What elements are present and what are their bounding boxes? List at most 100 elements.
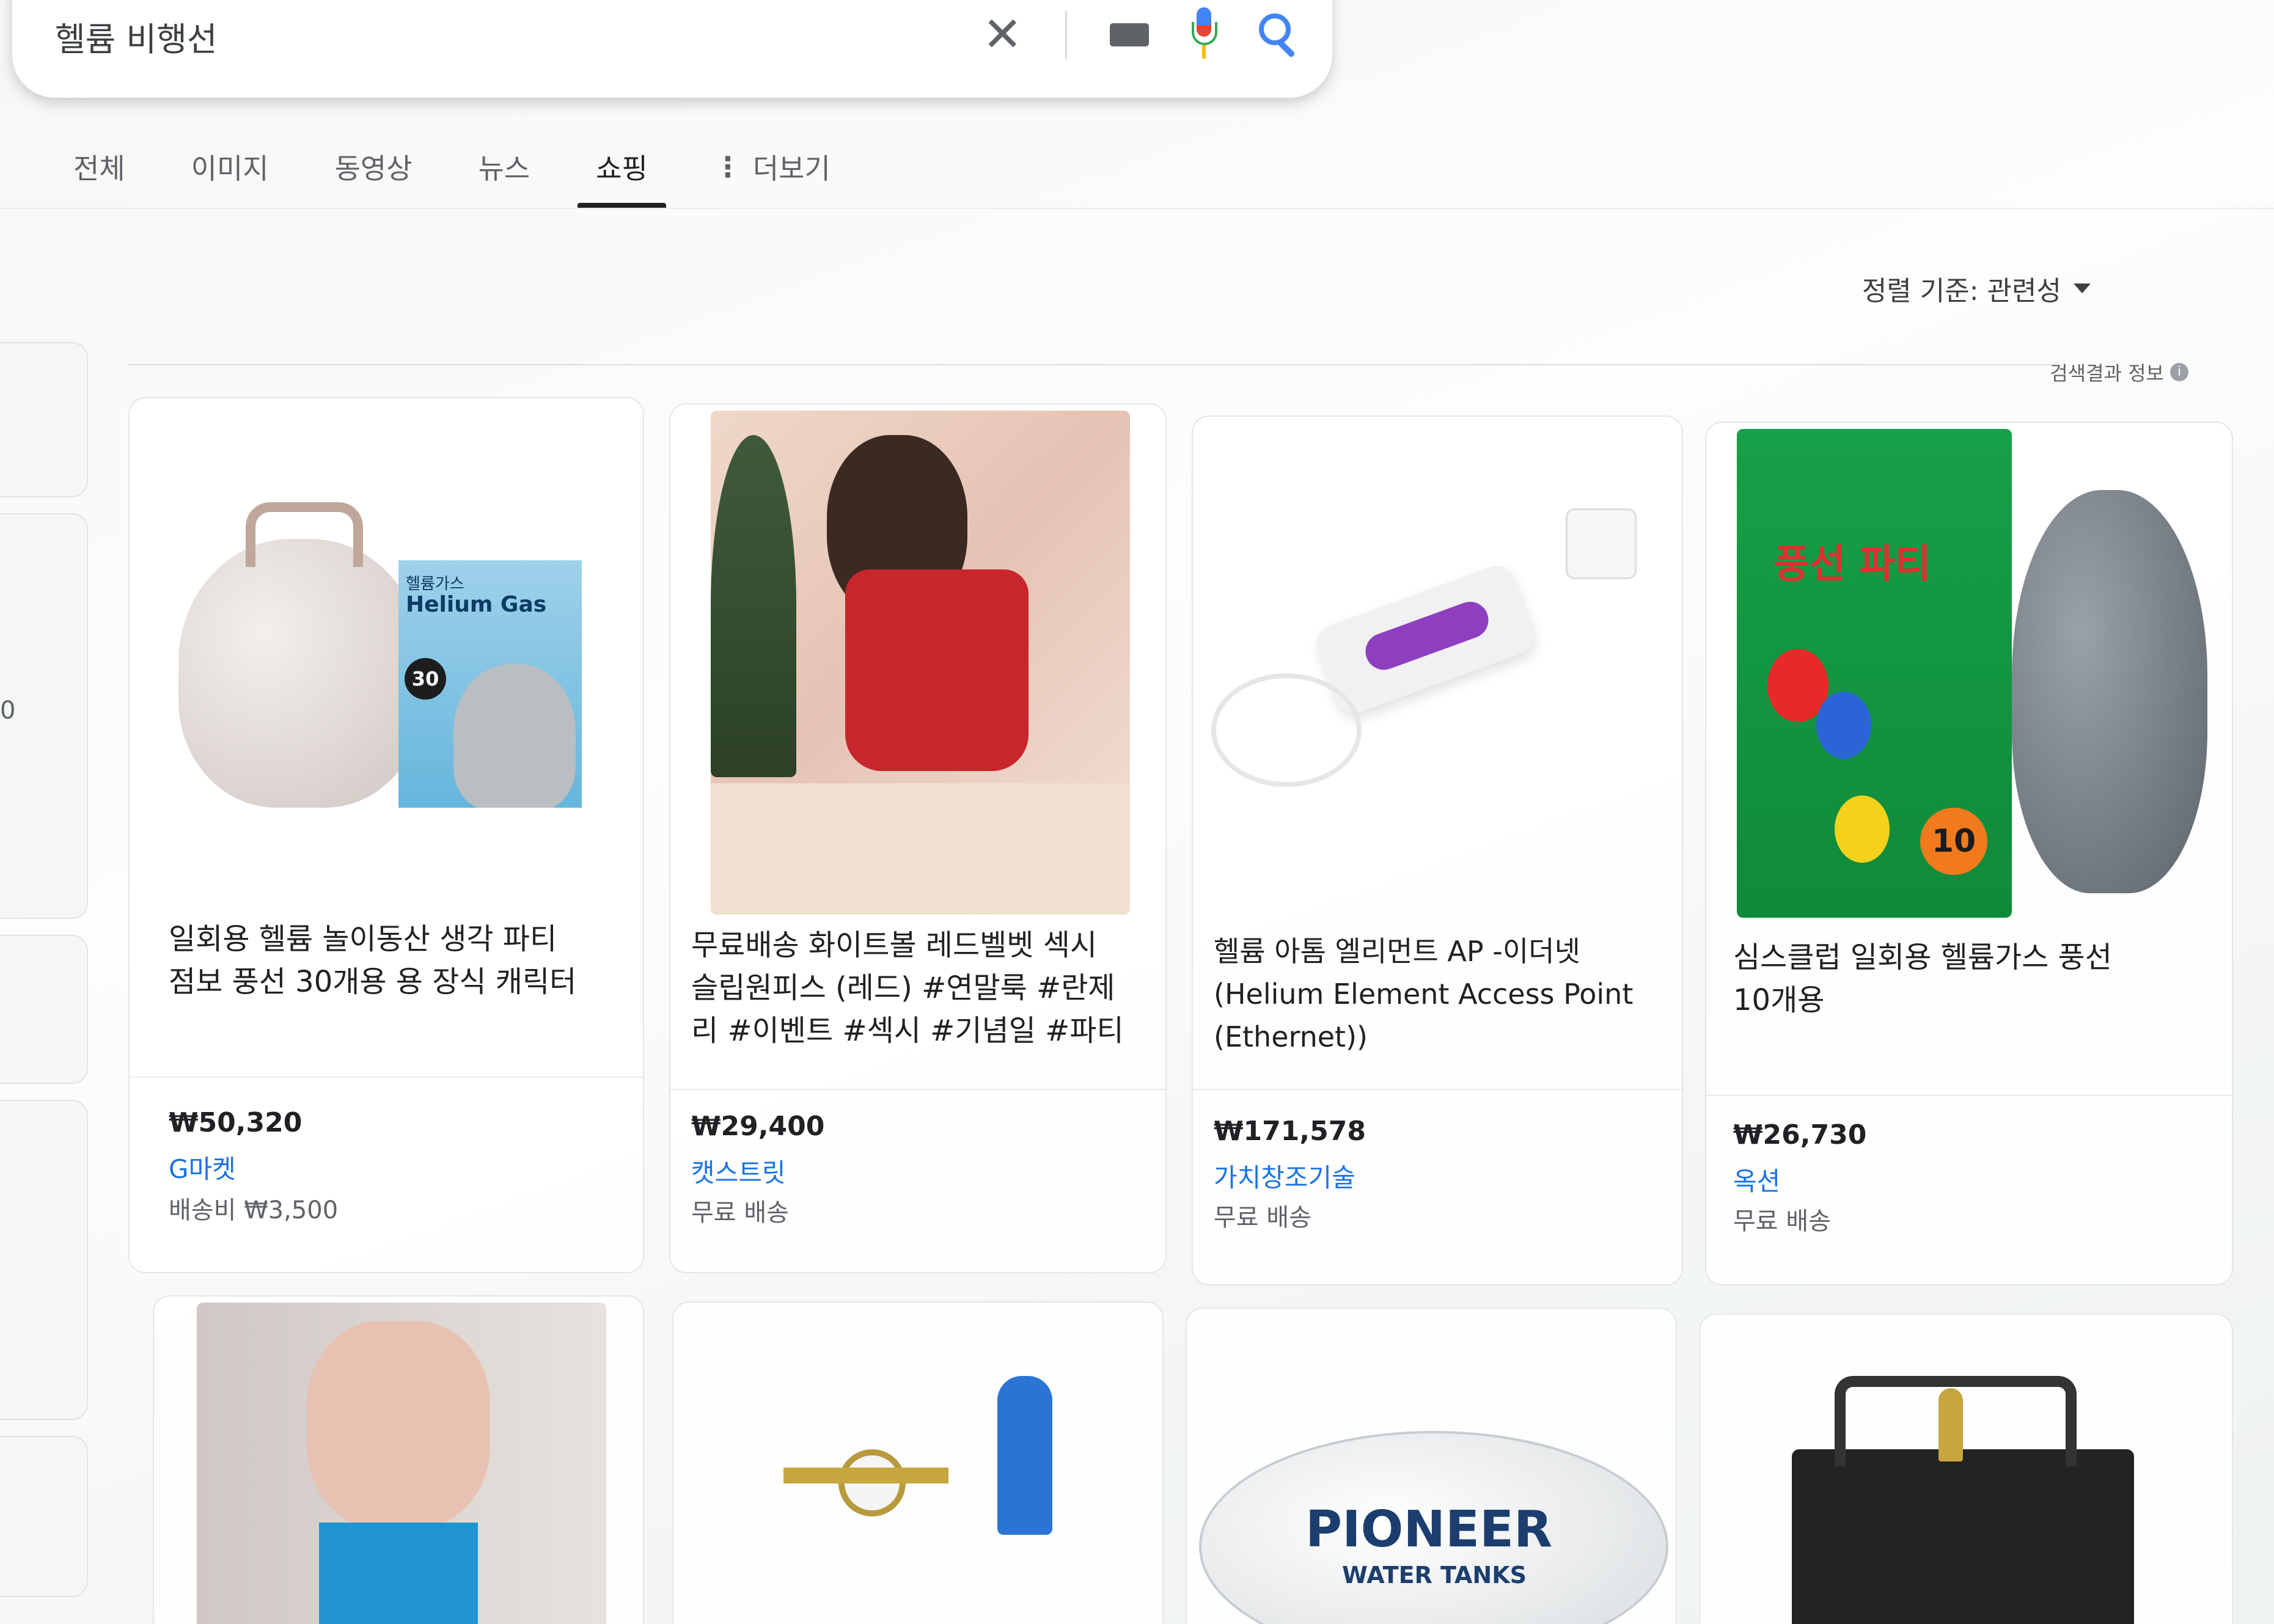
product-image[interactable] <box>771 1315 1113 1624</box>
product-price: ₩50,320 <box>169 1107 303 1138</box>
product-image[interactable] <box>1205 490 1670 832</box>
product-title-line: (Ethernet)) <box>1214 1020 1368 1053</box>
helium-tank-shape <box>178 539 423 808</box>
product-card[interactable]: 무료배송 화이트볼 레드벨벳 섹시 슬립원피스 (레드) #연말룩 #란제 리 … <box>669 403 1167 1273</box>
box-badge: 10 <box>1920 808 1987 875</box>
search-tabs: 전체 이미지 동영상 뉴스 쇼핑 ⋮ 더보기 <box>73 147 831 208</box>
balloon-box-shape: 풍선 파티 10 <box>1737 429 2012 918</box>
filter-fragment-text: 0 <box>0 697 16 725</box>
power-adapter-shape <box>1566 508 1637 579</box>
product-price: ₩29,400 <box>691 1111 825 1142</box>
product-seller-link[interactable]: G마켓 <box>169 1149 236 1186</box>
product-shipping: 무료 배송 <box>691 1199 789 1227</box>
search-bar[interactable]: 헬륨 비행선 ✕ <box>12 0 1332 98</box>
microphone-icon[interactable] <box>1192 7 1217 62</box>
product-title[interactable]: 무료배송 화이트볼 레드벨벳 섹시 슬립원피스 (레드) #연말룩 #란제 리 … <box>691 924 1156 1052</box>
shopping-results-page: 헬륨 비행선 ✕ 전체 이미지 동영상 뉴스 쇼핑 ⋮ 더보기 정렬 기준: 관… <box>0 0 2274 1624</box>
filter-card[interactable] <box>0 1436 88 1597</box>
product-card[interactable]: 헬륨가스 Helium Gas 30 일회용 헬륨 놀이동산 생각 파티 점보 … <box>128 397 644 1273</box>
search-bar-divider <box>1065 10 1067 59</box>
product-title-line: (Helium Element Access Point <box>1214 978 1634 1011</box>
tab-more[interactable]: ⋮ 더보기 <box>714 147 831 208</box>
figure-shape <box>307 1321 490 1529</box>
tab-shopping[interactable]: 쇼핑 <box>578 147 666 208</box>
product-shipping: 무료 배송 <box>1733 1207 1831 1235</box>
product-title[interactable]: 일회용 헬륨 놀이동산 생각 파티 점보 풍선 30개용 용 장식 캐릭터 <box>169 918 621 1003</box>
product-card[interactable]: PIONEER WATER TANKS <box>1186 1308 1677 1624</box>
tab-images[interactable]: 이미지 <box>191 147 269 208</box>
product-card[interactable]: 풍선 파티 10 심스클럽 일회용 헬륨가스 풍선 10개용 ₩26,730 옥… <box>1705 422 2233 1286</box>
valve-pipe-shape <box>783 1468 948 1483</box>
product-title-line: 무료배송 화이트볼 레드벨벳 섹시 <box>691 928 1098 962</box>
blimp-shape: PIONEER WATER TANKS <box>1199 1431 1668 1624</box>
product-title-line: 심스클럽 일회용 헬륨가스 풍선 <box>1733 940 2112 975</box>
product-box-shape: 헬륨가스 Helium Gas 30 <box>398 560 582 808</box>
product-seller-link[interactable]: 가치창조기술 <box>1214 1157 1355 1194</box>
about-results-link[interactable]: 검색결과 정보 i <box>2050 358 2188 386</box>
box-tank-shape <box>453 664 576 808</box>
product-title-line: 리 #이벤트 #섹시 #기념일 #파티 <box>691 1014 1124 1048</box>
product-card[interactable]: 헬륨 아톰 엘리먼트 AP -이더넷 (Helium Element Acces… <box>1192 415 1683 1286</box>
product-price: ₩26,730 <box>1733 1119 1867 1150</box>
device-light-shape <box>1360 596 1494 675</box>
card-divider <box>1706 1095 2232 1096</box>
product-image[interactable]: 헬륨가스 Helium Gas 30 <box>166 490 606 808</box>
about-label: 검색결과 정보 <box>2050 362 2164 385</box>
balloon-shape <box>1835 796 1890 863</box>
product-title-line: 일회용 헬륨 놀이동산 생각 파티 <box>169 922 557 956</box>
product-shipping: 배송비 ₩3,500 <box>169 1196 339 1224</box>
product-image[interactable]: PIONEER WATER TANKS <box>1187 1309 1676 1624</box>
tab-more-label: 더보기 <box>752 152 831 185</box>
box-badge: 30 <box>405 658 446 700</box>
card-divider <box>1193 1089 1682 1090</box>
product-seller-link[interactable]: 캣스트릿 <box>691 1152 786 1190</box>
product-image[interactable] <box>1773 1352 2140 1624</box>
product-title-line: 점보 풍선 30개용 용 장식 캐릭터 <box>169 965 577 999</box>
search-bar-actions: ✕ <box>983 7 1296 62</box>
search-icon[interactable] <box>1259 13 1296 58</box>
product-card[interactable] <box>153 1295 644 1624</box>
product-title[interactable]: 헬륨 아톰 엘리먼트 AP -이더넷 (Helium Element Acces… <box>1214 930 1666 1058</box>
box-top-text: 헬륨가스 <box>406 575 464 593</box>
product-price: ₩171,578 <box>1214 1116 1366 1147</box>
nozzle-shape <box>1938 1388 1963 1461</box>
clear-icon[interactable]: ✕ <box>983 11 1022 59</box>
box-title-text: 풍선 파티 <box>1773 542 1931 587</box>
sort-dropdown[interactable]: 정렬 기준: 관련성 <box>1862 269 2091 308</box>
blimp-brand-text: PIONEER <box>1305 1501 1553 1559</box>
tab-videos[interactable]: 동영상 <box>335 147 413 208</box>
machine-body-shape <box>1792 1449 2134 1624</box>
product-card[interactable] <box>1699 1314 2233 1624</box>
box-title-text: Helium Gas <box>406 592 547 617</box>
product-image[interactable] <box>711 411 1130 915</box>
more-vert-icon: ⋮ <box>713 150 742 183</box>
product-seller-link[interactable]: 옥션 <box>1733 1161 1780 1198</box>
product-title[interactable]: 심스클럽 일회용 헬륨가스 풍선 10개용 <box>1733 936 2210 1022</box>
info-icon: i <box>2170 363 2188 381</box>
tab-divider <box>0 208 2274 209</box>
cable-shape <box>1211 673 1362 787</box>
search-input[interactable]: 헬륨 비행선 <box>55 12 218 60</box>
blow-nozzle-shape <box>997 1376 1052 1535</box>
card-divider <box>130 1077 643 1078</box>
filter-card[interactable] <box>0 1100 88 1420</box>
helium-tank-shape <box>2012 490 2207 893</box>
keyboard-icon[interactable] <box>1110 23 1149 46</box>
blimp-sub-text: WATER TANKS <box>1342 1562 1527 1589</box>
product-shipping: 무료 배송 <box>1214 1204 1311 1232</box>
red-dress-shape <box>845 569 1029 771</box>
product-image[interactable] <box>197 1303 606 1624</box>
bed-shape <box>711 783 1130 915</box>
product-image[interactable]: 풍선 파티 10 <box>1737 429 2207 930</box>
filter-card[interactable] <box>0 342 88 497</box>
tab-news[interactable]: 뉴스 <box>479 147 530 208</box>
blue-skirt-shape <box>319 1523 478 1624</box>
product-title-line: 10개용 <box>1733 983 1825 1017</box>
product-card[interactable] <box>672 1301 1164 1624</box>
product-title-line: 슬립원피스 (레드) #연말룩 #란제 <box>691 971 1115 1005</box>
caret-down-icon <box>2074 283 2091 293</box>
filter-card[interactable] <box>0 935 88 1084</box>
product-title-line: 헬륨 아톰 엘리먼트 AP -이더넷 <box>1214 935 1580 968</box>
sort-label: 정렬 기준: 관련성 <box>1861 276 2061 307</box>
tab-all[interactable]: 전체 <box>73 147 125 208</box>
